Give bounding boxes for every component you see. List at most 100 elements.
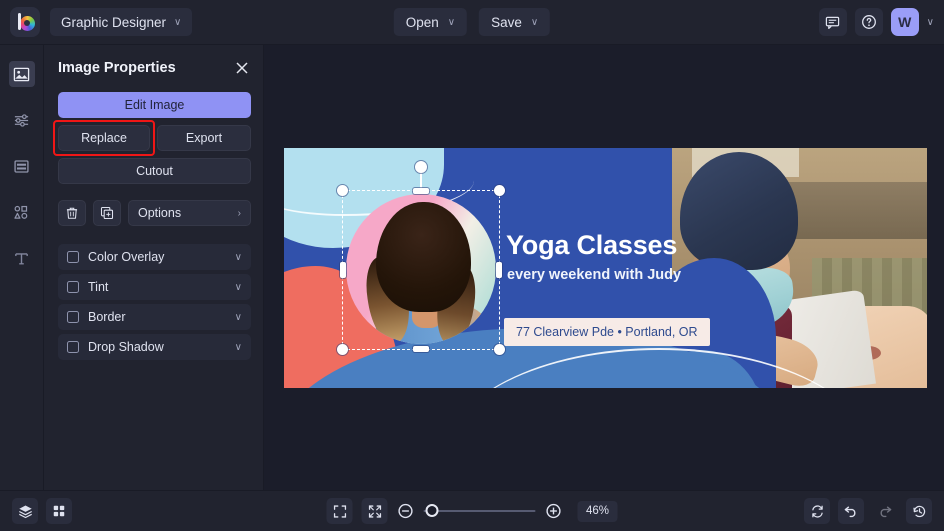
chevron-down-icon[interactable]: ∨ — [235, 312, 242, 323]
zoom-to-selection-button[interactable] — [362, 498, 388, 524]
sliders-icon — [13, 112, 30, 129]
tint-label: Tint — [88, 280, 226, 294]
effect-row-tint[interactable]: Tint ∨ — [58, 274, 251, 300]
canvas-area[interactable]: Yoga Classes every weekend with Judy 77 … — [264, 45, 944, 490]
replace-export-row: Replace Export — [58, 125, 251, 151]
top-bar: Graphic Designer ∨ Open ∨ Save ∨ — [0, 0, 944, 45]
account-chevron-down-icon[interactable]: ∨ — [927, 17, 934, 28]
artboard-title[interactable]: Yoga Classes — [506, 230, 677, 261]
resize-handle-right[interactable] — [496, 262, 502, 278]
comment-icon — [825, 15, 840, 30]
undo-icon — [843, 503, 859, 519]
duplicate-layer-button[interactable] — [93, 200, 121, 226]
top-bar-center-menus: Open ∨ Save ∨ — [394, 8, 550, 36]
portrait-hair-top — [376, 202, 471, 312]
options-button[interactable]: Options › — [128, 200, 251, 226]
border-label: Border — [88, 310, 226, 324]
zoom-slider[interactable] — [424, 503, 536, 519]
layers-icon — [18, 504, 33, 519]
layout-icon — [13, 158, 30, 175]
sidebar-item-image-tool[interactable] — [9, 61, 35, 87]
replace-button[interactable]: Replace — [58, 125, 150, 151]
save-menu-button[interactable]: Save ∨ — [479, 8, 550, 36]
undo-button[interactable] — [838, 498, 864, 524]
shapes-icon — [13, 204, 30, 221]
zoom-slider-track — [424, 510, 536, 512]
main-body: Image Properties Edit Image Replace Expo… — [0, 45, 944, 490]
trash-icon — [65, 206, 79, 220]
document-name-dropdown[interactable]: Graphic Designer ∨ — [50, 8, 192, 36]
layers-button[interactable] — [12, 498, 38, 524]
open-menu-label: Open — [406, 15, 439, 30]
grid-icon — [52, 504, 66, 518]
effect-row-border[interactable]: Border ∨ — [58, 304, 251, 330]
sidebar-item-adjust-tool[interactable] — [9, 107, 35, 133]
chevron-down-icon[interactable]: ∨ — [235, 252, 242, 263]
bottom-bar-left — [12, 498, 72, 524]
app-logo-button[interactable] — [10, 7, 40, 37]
image-properties-panel: Image Properties Edit Image Replace Expo… — [44, 45, 264, 490]
chevron-down-icon: ∨ — [448, 17, 455, 28]
grid-view-button[interactable] — [46, 498, 72, 524]
save-menu-label: Save — [491, 15, 522, 30]
reset-rotate-icon — [810, 504, 825, 519]
zoom-out-button[interactable] — [397, 502, 415, 520]
bottom-bar-right — [804, 498, 932, 524]
duplicate-layer-icon — [100, 206, 114, 220]
drop-shadow-checkbox[interactable] — [67, 341, 79, 353]
history-clock-icon — [912, 504, 927, 519]
edit-image-button[interactable]: Edit Image — [58, 92, 251, 118]
zoom-slider-knob[interactable] — [426, 504, 439, 517]
chevron-right-icon: › — [238, 208, 241, 219]
close-panel-button[interactable] — [233, 59, 251, 77]
replace-button-wrapper: Replace — [58, 125, 150, 151]
tint-checkbox[interactable] — [67, 281, 79, 293]
zoom-in-button[interactable] — [545, 502, 563, 520]
close-x-icon — [235, 61, 249, 75]
delete-layer-button[interactable] — [58, 200, 86, 226]
chevron-down-icon: ∨ — [174, 17, 181, 28]
image-icon — [13, 66, 30, 83]
zoom-controls: 46% — [327, 498, 618, 524]
resize-handle-top-right[interactable] — [494, 185, 505, 196]
top-bar-right-actions: W ∨ — [819, 8, 934, 36]
tool-rail — [0, 45, 44, 490]
zoom-to-selection-icon — [367, 504, 382, 519]
history-button[interactable] — [906, 498, 932, 524]
chevron-down-icon[interactable]: ∨ — [235, 342, 242, 353]
artboard-address-chip[interactable]: 77 Clearview Pde • Portland, OR — [504, 318, 710, 346]
zoom-out-icon — [397, 502, 415, 520]
sidebar-item-text-tool[interactable] — [9, 245, 35, 271]
border-checkbox[interactable] — [67, 311, 79, 323]
effects-list: Color Overlay ∨ Tint ∨ Border ∨ Drop Sha… — [58, 244, 251, 360]
text-t-icon — [13, 250, 30, 267]
artboard[interactable]: Yoga Classes every weekend with Judy 77 … — [284, 148, 927, 388]
redo-icon — [877, 503, 893, 519]
effect-row-drop-shadow[interactable]: Drop Shadow ∨ — [58, 334, 251, 360]
export-button[interactable]: Export — [157, 125, 251, 151]
avatar-initial: W — [898, 14, 911, 30]
comment-button[interactable] — [819, 8, 847, 36]
effect-row-color-overlay[interactable]: Color Overlay ∨ — [58, 244, 251, 270]
artboard-subtitle[interactable]: every weekend with Judy — [507, 267, 681, 283]
color-overlay-checkbox[interactable] — [67, 251, 79, 263]
zoom-level-value[interactable]: 46% — [578, 501, 618, 522]
cutout-button[interactable]: Cutout — [58, 158, 251, 184]
options-label: Options — [138, 206, 181, 220]
fit-to-screen-button[interactable] — [327, 498, 353, 524]
app-root: Graphic Designer ∨ Open ∨ Save ∨ — [0, 0, 944, 531]
help-button[interactable] — [855, 8, 883, 36]
artboard-design: Yoga Classes every weekend with Judy 77 … — [284, 148, 927, 388]
user-avatar[interactable]: W — [891, 8, 919, 36]
sidebar-item-shapes-tool[interactable] — [9, 199, 35, 225]
redo-button[interactable] — [872, 498, 898, 524]
zoom-in-icon — [545, 502, 563, 520]
bottom-bar: 46% — [0, 490, 944, 531]
open-menu-button[interactable]: Open ∨ — [394, 8, 467, 36]
reset-button[interactable] — [804, 498, 830, 524]
chevron-down-icon[interactable]: ∨ — [235, 282, 242, 293]
circular-portrait-image[interactable] — [346, 194, 496, 344]
layer-actions-row: Options › — [58, 200, 251, 226]
color-overlay-label: Color Overlay — [88, 250, 226, 264]
sidebar-item-layout-tool[interactable] — [9, 153, 35, 179]
